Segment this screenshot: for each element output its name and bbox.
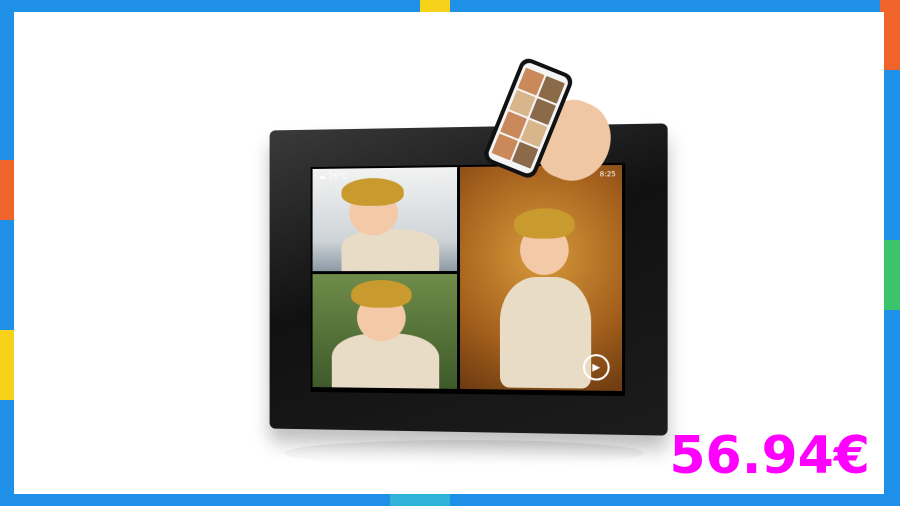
weather-icon: ☁ 26°C: [318, 171, 348, 181]
confetti-decoration: [390, 494, 450, 506]
baby-hat: [351, 279, 412, 308]
baby-hat: [341, 177, 404, 207]
baby-coat: [341, 229, 440, 272]
play-icon: ▶: [582, 354, 610, 381]
baby-coat: [499, 276, 592, 389]
confetti-decoration: [0, 160, 14, 220]
product-image: ☁ 26°C 8:25 ▶: [244, 52, 684, 472]
confetti-decoration: [420, 0, 450, 12]
frame-reflection: [284, 440, 644, 466]
photo-tile: ☁ 26°C: [312, 167, 458, 272]
baby-coat: [331, 333, 440, 389]
product-canvas: ☁ 26°C 8:25 ▶ 56.94€: [14, 12, 884, 494]
baby-hat: [514, 208, 575, 239]
photo-tile: [312, 274, 458, 389]
price-label: 56.94€: [669, 426, 870, 486]
confetti-decoration: [884, 240, 900, 310]
